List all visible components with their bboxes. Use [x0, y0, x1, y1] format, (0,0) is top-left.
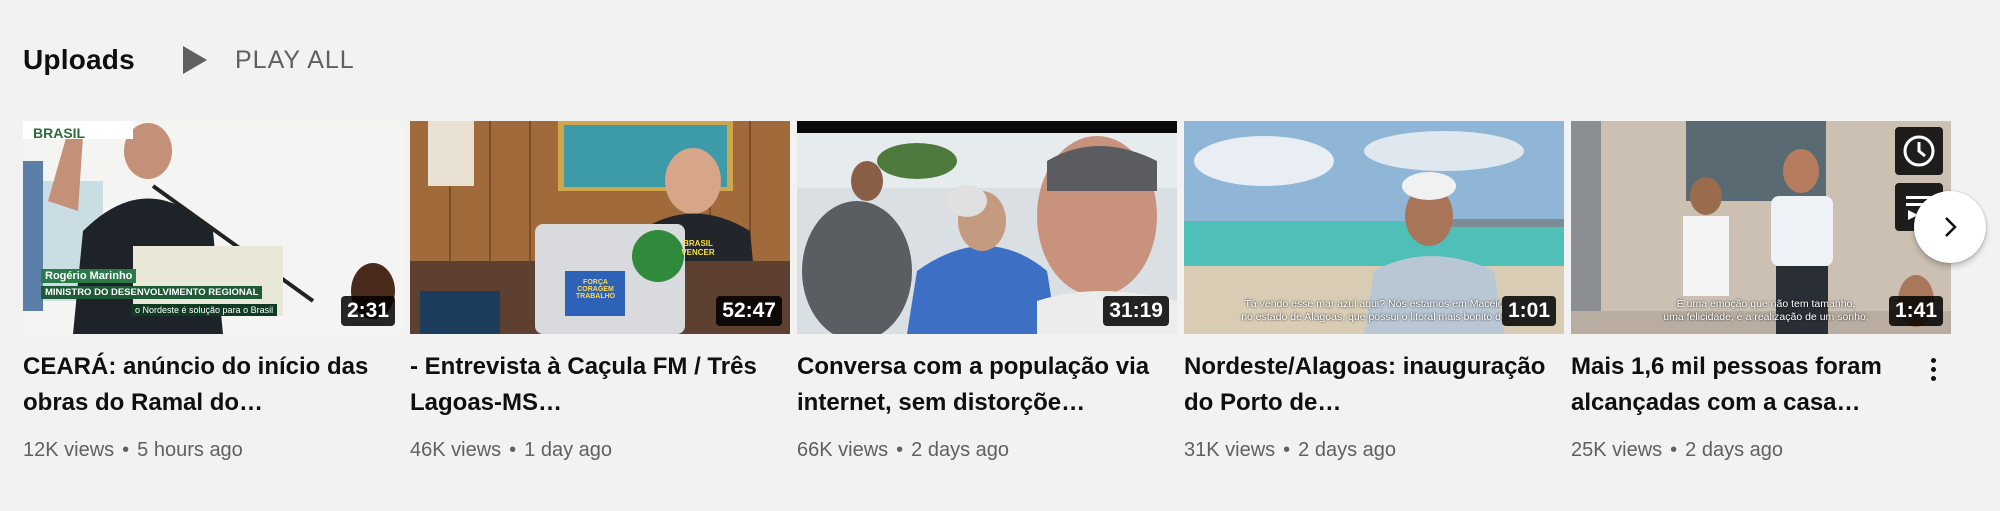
video-shelf: BRASIL Rogério Marinho MINISTRO DO DESEN…	[23, 121, 1951, 481]
view-count: 66K views	[797, 439, 889, 461]
video-thumbnail[interactable]: 31:19	[797, 121, 1177, 334]
video-metadata: 12K views • 5 hours ago	[23, 439, 243, 462]
clock-icon	[1903, 135, 1935, 167]
duration-badge: 1:01	[1501, 296, 1556, 326]
lower-third-name: Rogério Marinho	[41, 269, 137, 283]
view-count: 31K views	[1184, 439, 1276, 461]
video-title[interactable]: Conversa com a população via internet, s…	[797, 349, 1167, 421]
video-card[interactable]: BRASIL Rogério Marinho MINISTRO DO DESEN…	[23, 121, 403, 481]
video-title[interactable]: - Entrevista à Caçula FM / Três Lagoas-M…	[410, 349, 780, 421]
video-thumbnail[interactable]: BRASIL Rogério Marinho MINISTRO DO DESEN…	[23, 121, 403, 334]
duration-badge: 31:19	[1103, 296, 1169, 326]
caption-line: É uma emoção que não tem tamanho,	[1676, 298, 1856, 310]
more-vert-icon	[1930, 357, 1936, 381]
video-title[interactable]: Mais 1,6 mil pessoas foram alcançadas co…	[1571, 349, 1911, 421]
view-count: 25K views	[1571, 439, 1663, 461]
video-thumbnail[interactable]: É uma emoção que não tem tamanho, uma fe…	[1571, 121, 1951, 334]
separator-dot: •	[509, 439, 517, 461]
duration-badge: 1:41	[1888, 296, 1943, 326]
play-icon	[183, 46, 207, 74]
channel-logo-text: BRASIL	[33, 125, 86, 141]
section-title: Uploads	[23, 44, 135, 75]
chevron-right-icon	[1945, 217, 1957, 237]
lower-third-ticker: o Nordeste é solução para o Brasil	[131, 304, 278, 316]
video-metadata: 31K views • 2 days ago	[1184, 439, 1396, 462]
video-thumbnail[interactable]: Tá vendo esse mar azul aqui? Nós estamos…	[1184, 121, 1564, 334]
shelf-next-button[interactable]	[1914, 191, 1986, 263]
upload-age: 5 hours ago	[137, 439, 243, 461]
caption-overlay: É uma emoção que não tem tamanho, uma fe…	[1601, 298, 1931, 324]
video-metadata: 66K views • 2 days ago	[797, 439, 1009, 462]
separator-dot: •	[1670, 439, 1678, 461]
video-card[interactable]: BRASIL VENCER FORÇA CORAGEM TRABALHO 52:…	[410, 121, 790, 481]
lower-third-role: MINISTRO DO DESENVOLVIMENTO REGIONAL	[41, 286, 263, 299]
upload-age: 2 days ago	[1685, 439, 1784, 461]
upload-age: 1 day ago	[524, 439, 613, 461]
video-card[interactable]: Tá vendo esse mar azul aqui? Nós estamos…	[1184, 121, 1564, 481]
upload-age: 2 days ago	[1298, 439, 1397, 461]
upload-age: 2 days ago	[911, 439, 1010, 461]
more-actions-button[interactable]	[1921, 349, 1945, 389]
caption-line: uma felicidade, é a realização de um son…	[1663, 311, 1869, 323]
separator-dot: •	[1283, 439, 1291, 461]
video-metadata: 46K views • 1 day ago	[410, 439, 612, 462]
play-all-label: PLAY ALL	[235, 45, 355, 74]
section-header: Uploads	[23, 38, 135, 82]
video-title[interactable]: CEARÁ: anúncio do início das obras do Ra…	[23, 349, 393, 421]
view-count: 12K views	[23, 439, 115, 461]
separator-dot: •	[896, 439, 904, 461]
separator-dot: •	[122, 439, 130, 461]
video-title[interactable]: Nordeste/Alagoas: inauguração do Porto d…	[1184, 349, 1554, 421]
video-card[interactable]: É uma emoção que não tem tamanho, uma fe…	[1571, 121, 1951, 481]
duration-badge: 2:31	[340, 296, 395, 326]
watch-later-button[interactable]	[1895, 127, 1943, 175]
sticker-text: BRASIL VENCER	[681, 239, 715, 257]
sticker-text: FORÇA CORAGEM TRABALHO	[575, 279, 616, 300]
play-all-button[interactable]: PLAY ALL	[181, 40, 355, 80]
video-card[interactable]: 31:19 Conversa com a população via inter…	[797, 121, 1177, 481]
duration-badge: 52:47	[716, 296, 782, 326]
view-count: 46K views	[410, 439, 502, 461]
video-metadata: 25K views • 2 days ago	[1571, 439, 1783, 462]
video-thumbnail[interactable]: BRASIL VENCER FORÇA CORAGEM TRABALHO 52:…	[410, 121, 790, 334]
